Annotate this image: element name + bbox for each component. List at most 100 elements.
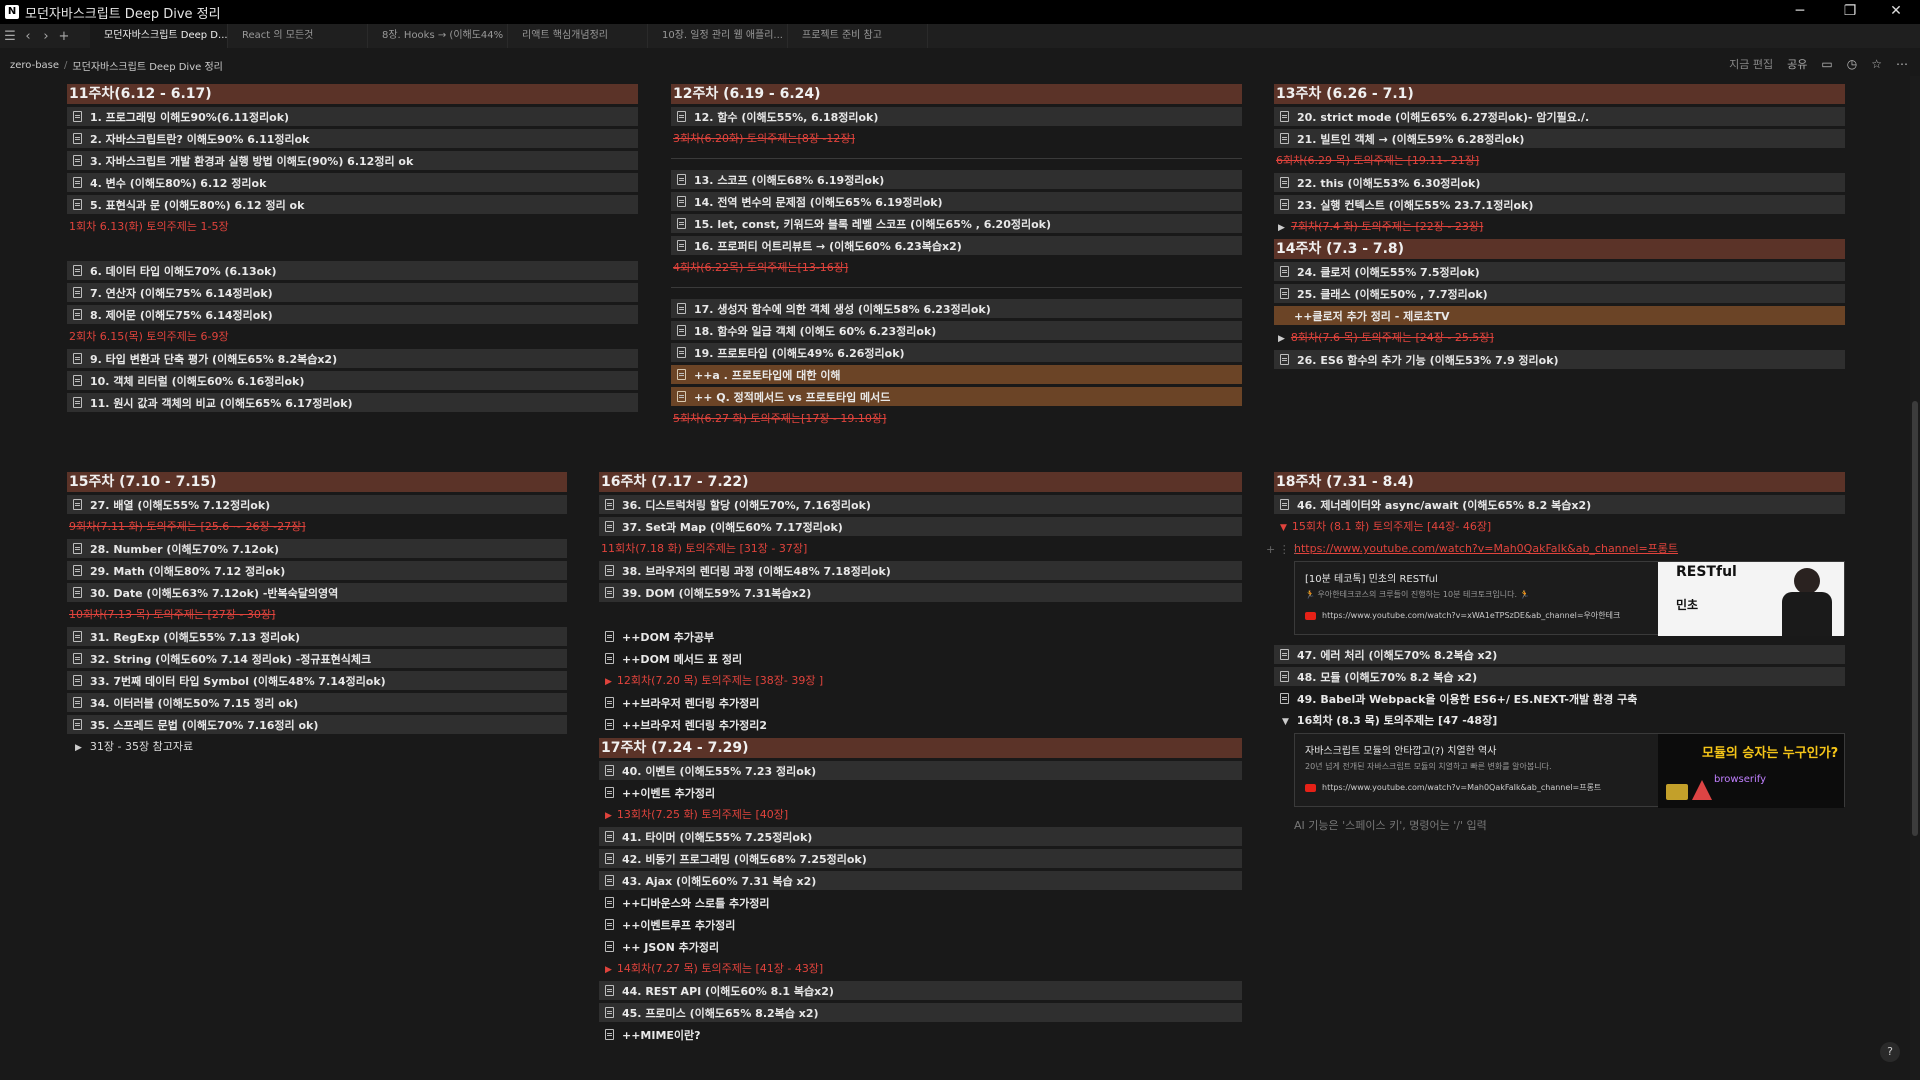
page-item[interactable]: 5. 표현식과 문 (이해도80%) 6.12 정리 ok <box>67 195 638 214</box>
back-icon[interactable]: ‹ <box>20 29 36 44</box>
block-add-handle-icon[interactable]: + ⋮⋮ <box>1266 543 1301 556</box>
minimize-button[interactable]: ─ <box>1780 0 1820 24</box>
bookmark-card[interactable]: 자바스크립트 모듈의 안타깝고(?) 치열한 역사 20년 넘게 전개된 자바스… <box>1294 733 1845 808</box>
page-item[interactable]: 21. 빌트인 객체 → (이해도59% 6.28정리ok) <box>1274 129 1845 148</box>
comment-icon[interactable]: ▭ <box>1821 57 1832 71</box>
toggle-expanded-icon[interactable]: ▼ <box>1282 717 1289 727</box>
page-item[interactable]: 32. String (이해도60% 7.14 정리ok) -정규표현식체크 <box>67 649 567 668</box>
page-item[interactable]: 36. 디스트럭처링 할당 (이해도70%, 7.16정리ok) <box>599 495 1242 514</box>
page-item-highlight[interactable]: ++클로저 추가 정리 - 제로초TV <box>1274 306 1845 325</box>
close-button[interactable]: ✕ <box>1876 0 1916 24</box>
page-item[interactable]: ++MIME이란? <box>599 1025 1242 1044</box>
page-item[interactable]: 44. REST API (이해도60% 8.1 복습x2) <box>599 981 1242 1000</box>
page-item[interactable]: 49. Babel과 Webpack을 이용한 ES6+/ ES.NEXT-개발… <box>1274 689 1845 708</box>
page-item[interactable]: 33. 7번째 데이터 타입 Symbol (이해도48% 7.14정리ok) <box>67 671 567 690</box>
page-item[interactable]: 20. strict mode (이해도65% 6.27정리ok)- 암기필요.… <box>1274 107 1845 126</box>
page-item[interactable]: 3. 자바스크립트 개발 환경과 실행 방법 이해도(90%) 6.12정리 o… <box>67 151 638 170</box>
page-item[interactable]: 24. 클로저 (이해도55% 7.5정리ok) <box>1274 262 1845 281</box>
share-button[interactable]: 공유 <box>1787 56 1807 72</box>
toggle-collapsed-icon[interactable]: ▶ <box>1278 223 1285 233</box>
page-item[interactable]: 31. RegExp (이해도55% 7.13 정리ok) <box>67 627 567 646</box>
page-item[interactable]: 14. 전역 변수의 문제점 (이해도65% 6.19정리ok) <box>671 192 1242 211</box>
page-item[interactable]: 41. 타이머 (이해도55% 7.25정리ok) <box>599 827 1242 846</box>
page-item[interactable]: 40. 이벤트 (이해도55% 7.23 정리ok) <box>599 761 1242 780</box>
tab-hooks[interactable]: 8장. Hooks → (이해도44% ... <box>368 24 508 48</box>
page-item-highlight[interactable]: ++ Q. 정적메서드 vs 프로토타입 메서드 <box>671 387 1242 406</box>
page-item[interactable]: 19. 프로토타입 (이해도49% 6.26정리ok) <box>671 343 1242 362</box>
toggle-collapsed-icon[interactable]: ▶ <box>1278 334 1285 344</box>
history-icon[interactable]: ◷ <box>1847 57 1857 71</box>
page-item[interactable]: 4. 변수 (이해도80%) 6.12 정리ok <box>67 173 638 192</box>
tab-react-concepts[interactable]: 리액트 핵심개념정리 <box>508 24 648 48</box>
scrollbar[interactable] <box>1910 76 1920 1080</box>
page-item[interactable]: 27. 배열 (이해도55% 7.12정리ok) <box>67 495 567 514</box>
page-item[interactable]: 38. 브라우저의 렌더링 과정 (이해도48% 7.18정리ok) <box>599 561 1242 580</box>
toggle-collapsed-icon[interactable]: ▶ <box>605 811 612 821</box>
tab-schedule-app[interactable]: 10장. 일정 관리 웹 애플리... <box>648 24 788 48</box>
session-toggle[interactable]: ▶ 8회차(7.6 목) 토의주제는 [24장 - 25.5장] <box>1274 328 1845 347</box>
page-item[interactable]: ++브라우저 렌더링 추가정리 <box>599 693 1242 712</box>
favorite-star-icon[interactable]: ☆ <box>1871 57 1882 71</box>
breadcrumb-current[interactable]: 모던자바스크립트 Deep Dive 정리 <box>72 58 222 73</box>
page-item[interactable]: ++ JSON 추가정리 <box>599 937 1242 956</box>
toggle-collapsed-icon[interactable]: ▶ <box>605 965 612 975</box>
page-item[interactable]: 30. Date (이해도63% 7.12ok) -반복숙달의영역 <box>67 583 567 602</box>
page-item[interactable]: 26. ES6 함수의 추가 기능 (이해도53% 7.9 정리ok) <box>1274 350 1845 369</box>
help-button[interactable]: ? <box>1880 1042 1900 1062</box>
page-item[interactable]: 8. 제어문 (이해도75% 6.14정리ok) <box>67 305 638 324</box>
page-item[interactable]: 46. 제너레이터와 async/await (이해도65% 8.2 복습x2) <box>1274 495 1845 514</box>
page-item[interactable]: ++브라우저 렌더링 추가정리2 <box>599 715 1242 734</box>
bookmark-card[interactable]: [10분 테코톡] 민초의 RESTful 🏃 우아한테크코스의 크루들이 진행… <box>1294 561 1845 636</box>
toggle-collapsed-icon[interactable]: ▶ <box>75 743 82 753</box>
session-toggle[interactable]: ▼ 15회차 (8.1 화) 토의주제는 [44장- 46장] <box>1274 517 1845 536</box>
page-item[interactable]: 15. let, const, 키워드와 블록 레벨 스코프 (이해도65% ,… <box>671 214 1242 233</box>
tab-react[interactable]: React 의 모든것 <box>228 24 368 48</box>
page-item[interactable]: 18. 함수와 일급 객체 (이해도 60% 6.23정리ok) <box>671 321 1242 340</box>
page-item[interactable]: 10. 객체 리터럴 (이해도60% 6.16정리ok) <box>67 371 638 390</box>
more-options-icon[interactable]: ⋯ <box>1896 57 1908 71</box>
page-item[interactable]: 42. 비동기 프로그래밍 (이해도68% 7.25정리ok) <box>599 849 1242 868</box>
toggle-block[interactable]: ▼ 16회차 (8.3 목) 토의주제는 [47 -48장] <box>1274 711 1845 730</box>
session-toggle[interactable]: ▶ 7회차(7.4 화) 토의주제는 [22장 - 23장] <box>1274 217 1845 236</box>
tab-project-prep[interactable]: 프로젝트 준비 참고 <box>788 24 928 48</box>
page-item[interactable]: 47. 에러 처리 (이해도70% 8.2복습 x2) <box>1274 645 1845 664</box>
page-item[interactable]: 12. 함수 (이해도55%, 6.18정리ok) <box>671 107 1242 126</box>
page-item[interactable]: 9. 타입 변환과 단축 평가 (이해도65% 8.2복습x2) <box>67 349 638 368</box>
page-item[interactable]: 13. 스코프 (이해도68% 6.19정리ok) <box>671 170 1242 189</box>
page-item[interactable]: 43. Ajax (이해도60% 7.31 복습 x2) <box>599 871 1242 890</box>
page-item[interactable]: 17. 생성자 함수에 의한 객체 생성 (이해도58% 6.23정리ok) <box>671 299 1242 318</box>
page-item[interactable]: ++디바운스와 스로틀 추가정리 <box>599 893 1242 912</box>
toggle-collapsed-icon[interactable]: ▶ <box>605 677 612 687</box>
youtube-link[interactable]: https://www.youtube.com/watch?v=Mah0QakF… <box>1274 539 1845 558</box>
session-toggle[interactable]: ▶ 12회차(7.20 목) 토의주제는 [38장- 39장 ] <box>599 671 1242 690</box>
new-tab-icon[interactable]: + <box>56 29 72 44</box>
page-item[interactable]: 39. DOM (이해도59% 7.31복습x2) <box>599 583 1242 602</box>
forward-icon[interactable]: › <box>38 29 54 44</box>
page-item[interactable]: 23. 실행 컨텍스트 (이해도55% 23.7.1정리ok) <box>1274 195 1845 214</box>
scrollbar-thumb[interactable] <box>1912 401 1918 836</box>
page-item-highlight[interactable]: ++a . 프로토타입에 대한 이해 <box>671 365 1242 384</box>
page-item[interactable]: 35. 스프레드 문법 (이해도70% 7.16정리 ok) <box>67 715 567 734</box>
restore-button[interactable]: ❐ <box>1830 0 1870 24</box>
session-toggle[interactable]: ▶ 13회차(7.25 화) 토의주제는 [40장] <box>599 805 1242 824</box>
breadcrumb-root[interactable]: zero-base <box>10 60 59 71</box>
toggle-block[interactable]: ▶ 31장 - 35장 참고자료 <box>67 737 567 756</box>
page-item[interactable]: 6. 데이터 타입 이해도70% (6.13ok) <box>67 261 638 280</box>
page-item[interactable]: 2. 자바스크립트란? 이해도90% 6.11정리ok <box>67 129 638 148</box>
page-item[interactable]: 25. 클래스 (이해도50% , 7.7정리ok) <box>1274 284 1845 303</box>
page-item[interactable]: 22. this (이해도53% 6.30정리ok) <box>1274 173 1845 192</box>
page-item[interactable]: 16. 프로퍼티 어트리뷰트 → (이해도60% 6.23복습x2) <box>671 236 1242 255</box>
page-item[interactable]: 11. 원시 값과 객체의 비교 (이해도65% 6.17정리ok) <box>67 393 638 412</box>
page-item[interactable]: 29. Math (이해도80% 7.12 정리ok) <box>67 561 567 580</box>
page-item[interactable]: 48. 모듈 (이해도70% 8.2 복습 x2) <box>1274 667 1845 686</box>
page-item[interactable]: ++DOM 메서드 표 정리 <box>599 649 1242 668</box>
page-item[interactable]: 7. 연산자 (이해도75% 6.14정리ok) <box>67 283 638 302</box>
page-item[interactable]: 34. 이터러블 (이해도50% 7.15 정리 ok) <box>67 693 567 712</box>
page-item[interactable]: ++이벤트 추가정리 <box>599 783 1242 802</box>
menu-icon[interactable]: ☰ <box>2 29 18 44</box>
page-item[interactable]: ++이벤트루프 추가정리 <box>599 915 1242 934</box>
page-item[interactable]: ++DOM 추가공부 <box>599 627 1242 646</box>
tab-deep-dive[interactable]: 모던자바스크립트 Deep D... <box>90 24 228 48</box>
session-toggle[interactable]: ▶ 14회차(7.27 목) 토의주제는 [41장 - 43장] <box>599 959 1242 978</box>
page-item[interactable]: 28. Number (이해도70% 7.12ok) <box>67 539 567 558</box>
